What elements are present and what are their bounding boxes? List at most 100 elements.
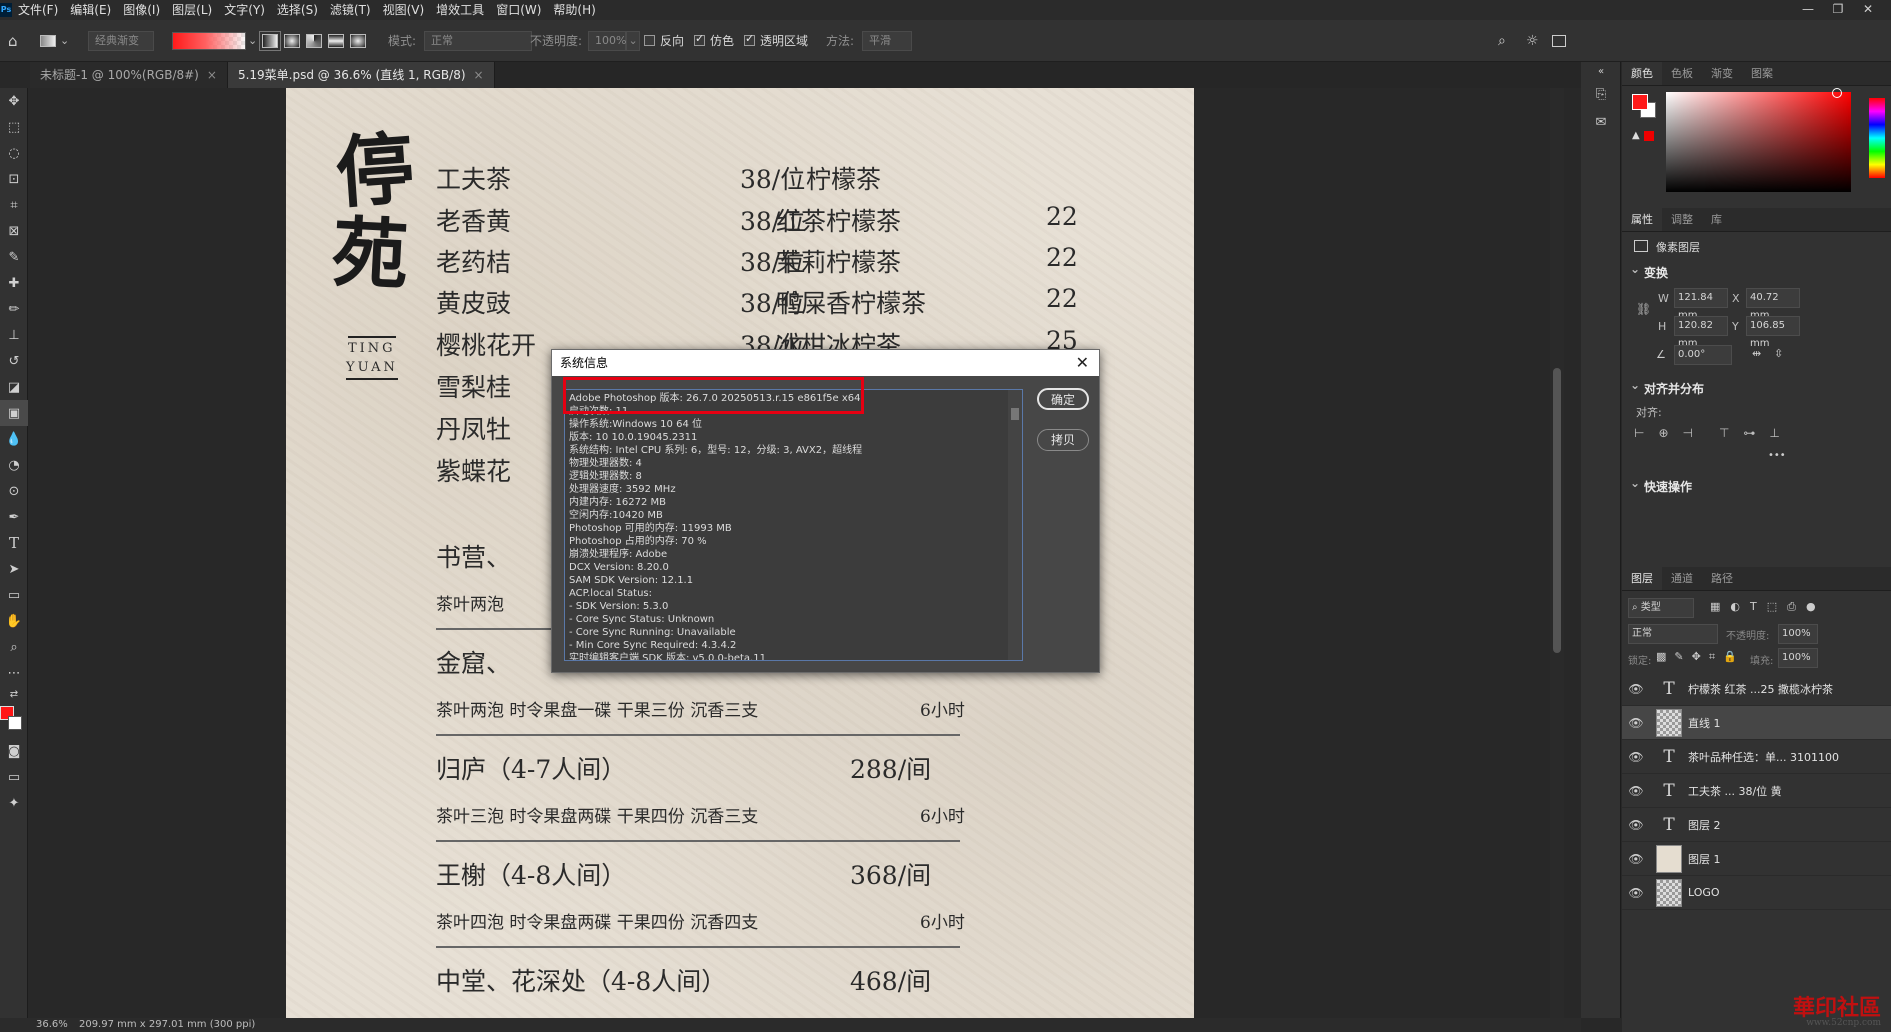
hue-slider[interactable] bbox=[1869, 98, 1885, 178]
scrollbar-thumb[interactable] bbox=[1553, 368, 1561, 653]
discover-icon[interactable]: ☼ bbox=[1526, 30, 1539, 51]
align-bottom-icon[interactable]: ⊥ bbox=[1769, 426, 1779, 440]
width-field[interactable]: 121.84 mm bbox=[1674, 288, 1728, 321]
quick-actions-title[interactable]: 快速操作 bbox=[1622, 472, 1692, 498]
flip-horizontal-icon[interactable]: ⇹ bbox=[1752, 347, 1761, 360]
path-select-tool-icon[interactable]: ➤ bbox=[0, 556, 28, 582]
mode-dropdown[interactable]: 正常 bbox=[424, 30, 533, 51]
dodge-tool-icon[interactable]: ◔ bbox=[0, 452, 28, 478]
move-tool-icon[interactable]: ✥ bbox=[0, 88, 28, 114]
close-icon[interactable]: × bbox=[207, 68, 217, 82]
minimize-button[interactable]: — bbox=[1793, 0, 1823, 18]
layer-row[interactable]: 👁 T 图层 2 bbox=[1622, 808, 1891, 842]
gradient-swatch[interactable] bbox=[172, 31, 246, 50]
more-tools-icon[interactable]: ⋯ bbox=[0, 660, 28, 686]
angle-field[interactable]: 0.00° bbox=[1674, 345, 1732, 365]
ok-button[interactable]: 确定 bbox=[1037, 388, 1089, 410]
eye-icon[interactable]: 👁 bbox=[1622, 886, 1650, 900]
lasso-tool-icon[interactable]: ◌ bbox=[0, 140, 28, 166]
transparency-checkbox[interactable] bbox=[744, 32, 755, 46]
opacity-field[interactable]: 100% bbox=[588, 30, 627, 51]
menu-plugins[interactable]: 增效工具 bbox=[430, 0, 490, 20]
layer-filter-dropdown[interactable]: ⌕ 类型 bbox=[1628, 598, 1694, 618]
dither-checkbox[interactable] bbox=[694, 32, 705, 46]
tab-gradients[interactable]: 渐变 bbox=[1702, 62, 1742, 85]
menu-layer[interactable]: 图层(L) bbox=[166, 0, 218, 20]
history-brush-tool-icon[interactable]: ↺ bbox=[0, 348, 28, 374]
eye-icon[interactable]: 👁 bbox=[1622, 750, 1650, 764]
clone-stamp-tool-icon[interactable]: ⊥ bbox=[0, 322, 28, 348]
angle-gradient-icon[interactable] bbox=[306, 33, 322, 48]
background-color[interactable] bbox=[8, 716, 22, 730]
quick-mask-icon[interactable]: ◙ bbox=[0, 738, 28, 764]
eye-icon[interactable]: 👁 bbox=[1622, 716, 1650, 730]
foreground-color[interactable] bbox=[1632, 94, 1648, 110]
filter-smart-icon[interactable]: ⎙ bbox=[1787, 600, 1796, 614]
tab-patterns[interactable]: 图案 bbox=[1742, 62, 1782, 85]
align-section-title[interactable]: 对齐并分布 bbox=[1622, 374, 1704, 400]
tab-swatches[interactable]: 色板 bbox=[1662, 62, 1702, 85]
lock-all-icon[interactable]: 🔒 bbox=[1723, 650, 1737, 664]
frame-tool-icon[interactable]: ⊠ bbox=[0, 218, 28, 244]
copy-button[interactable]: 拷贝 bbox=[1037, 429, 1089, 451]
close-icon[interactable]: × bbox=[474, 68, 484, 82]
menu-edit[interactable]: 编辑(E) bbox=[64, 0, 117, 20]
reverse-checkbox[interactable] bbox=[644, 35, 655, 46]
brush-tool-icon[interactable]: ✏ bbox=[0, 296, 28, 322]
blend-mode-dropdown[interactable]: 正常 bbox=[1628, 624, 1718, 644]
x-field[interactable]: 40.72 mm bbox=[1746, 288, 1800, 321]
restore-button[interactable]: ❐ bbox=[1823, 0, 1853, 18]
menu-select[interactable]: 选择(S) bbox=[271, 0, 324, 20]
gradient-editor[interactable]: ⌄ bbox=[172, 30, 257, 51]
gamut-swatch[interactable] bbox=[1644, 131, 1654, 141]
fill-field[interactable]: 100% bbox=[1778, 648, 1818, 668]
filter-toggle-icon[interactable]: ● bbox=[1806, 600, 1816, 614]
layer-row[interactable]: 👁 T 柠檬茶 红茶 ...25 撒榄冰柠茶 bbox=[1622, 672, 1891, 706]
gradient-tool-icon[interactable]: ▣ bbox=[0, 400, 28, 426]
rectangle-tool-icon[interactable]: ▭ bbox=[0, 582, 28, 608]
zoom-tool-icon[interactable]: ⌕ bbox=[0, 634, 28, 660]
align-left-icon[interactable]: ⊢ bbox=[1634, 426, 1644, 440]
y-field[interactable]: 106.85 mm bbox=[1746, 316, 1800, 349]
zoom-level[interactable]: 36.6% bbox=[36, 1019, 68, 1030]
layer-opacity-field[interactable]: 100% bbox=[1778, 624, 1818, 644]
tool-preset-picker[interactable]: ⌄ bbox=[40, 30, 69, 51]
height-field[interactable]: 120.82 mm bbox=[1674, 316, 1728, 349]
menu-image[interactable]: 图像(I) bbox=[117, 0, 166, 20]
align-right-icon[interactable]: ⊣ bbox=[1683, 426, 1693, 440]
tab-untitled[interactable]: 未标题-1 @ 100%(RGB/8#) × bbox=[30, 62, 228, 88]
eye-icon[interactable]: 👁 bbox=[1622, 852, 1650, 866]
close-icon[interactable]: ✕ bbox=[1076, 350, 1089, 376]
menu-help[interactable]: 帮助(H) bbox=[547, 0, 601, 20]
eyedropper-tool-icon[interactable]: ✎ bbox=[0, 244, 28, 270]
menu-window[interactable]: 窗口(W) bbox=[490, 0, 547, 20]
search-icon[interactable]: ⌕ bbox=[1498, 30, 1506, 51]
menu-filter[interactable]: 滤镜(T) bbox=[324, 0, 377, 20]
workspace-icon[interactable] bbox=[1552, 30, 1566, 51]
hand-tool-icon[interactable]: ✋ bbox=[0, 608, 28, 634]
screen-mode-icon[interactable]: ▭ bbox=[0, 764, 28, 790]
lock-artboard-icon[interactable]: ⌗ bbox=[1709, 650, 1715, 664]
canvas-vertical-scrollbar[interactable] bbox=[1550, 88, 1564, 1018]
reflected-gradient-icon[interactable] bbox=[328, 33, 344, 48]
info-scrollbar[interactable] bbox=[1008, 390, 1022, 660]
link-icon[interactable]: ⛓ bbox=[1636, 302, 1651, 316]
menu-view[interactable]: 视图(V) bbox=[377, 0, 431, 20]
menu-type[interactable]: 文字(Y) bbox=[218, 0, 271, 20]
align-vcenter-icon[interactable]: ⊶ bbox=[1743, 426, 1755, 440]
generative-icon[interactable]: ✦ bbox=[0, 790, 28, 816]
close-window-button[interactable]: ✕ bbox=[1853, 0, 1883, 18]
menu-file[interactable]: 文件(F) bbox=[12, 0, 64, 20]
eye-icon[interactable]: 👁 bbox=[1622, 818, 1650, 832]
blur-tool-icon[interactable]: 💧 bbox=[0, 426, 28, 452]
method-dropdown[interactable]: 平滑 bbox=[862, 30, 913, 51]
transform-section-title[interactable]: 变换 bbox=[1622, 258, 1668, 284]
tab-properties[interactable]: 属性 bbox=[1622, 208, 1662, 231]
swap-colors-icon[interactable]: ⇄ bbox=[0, 686, 28, 702]
history-icon[interactable]: ⎘ bbox=[1581, 80, 1621, 108]
lock-transparent-icon[interactable]: ▩ bbox=[1656, 650, 1666, 664]
tab-libraries[interactable]: 库 bbox=[1702, 208, 1731, 231]
eye-icon[interactable]: 👁 bbox=[1622, 784, 1650, 798]
lock-position-icon[interactable]: ✥ bbox=[1692, 650, 1701, 664]
layer-row[interactable]: 👁 LOGO bbox=[1622, 876, 1891, 910]
